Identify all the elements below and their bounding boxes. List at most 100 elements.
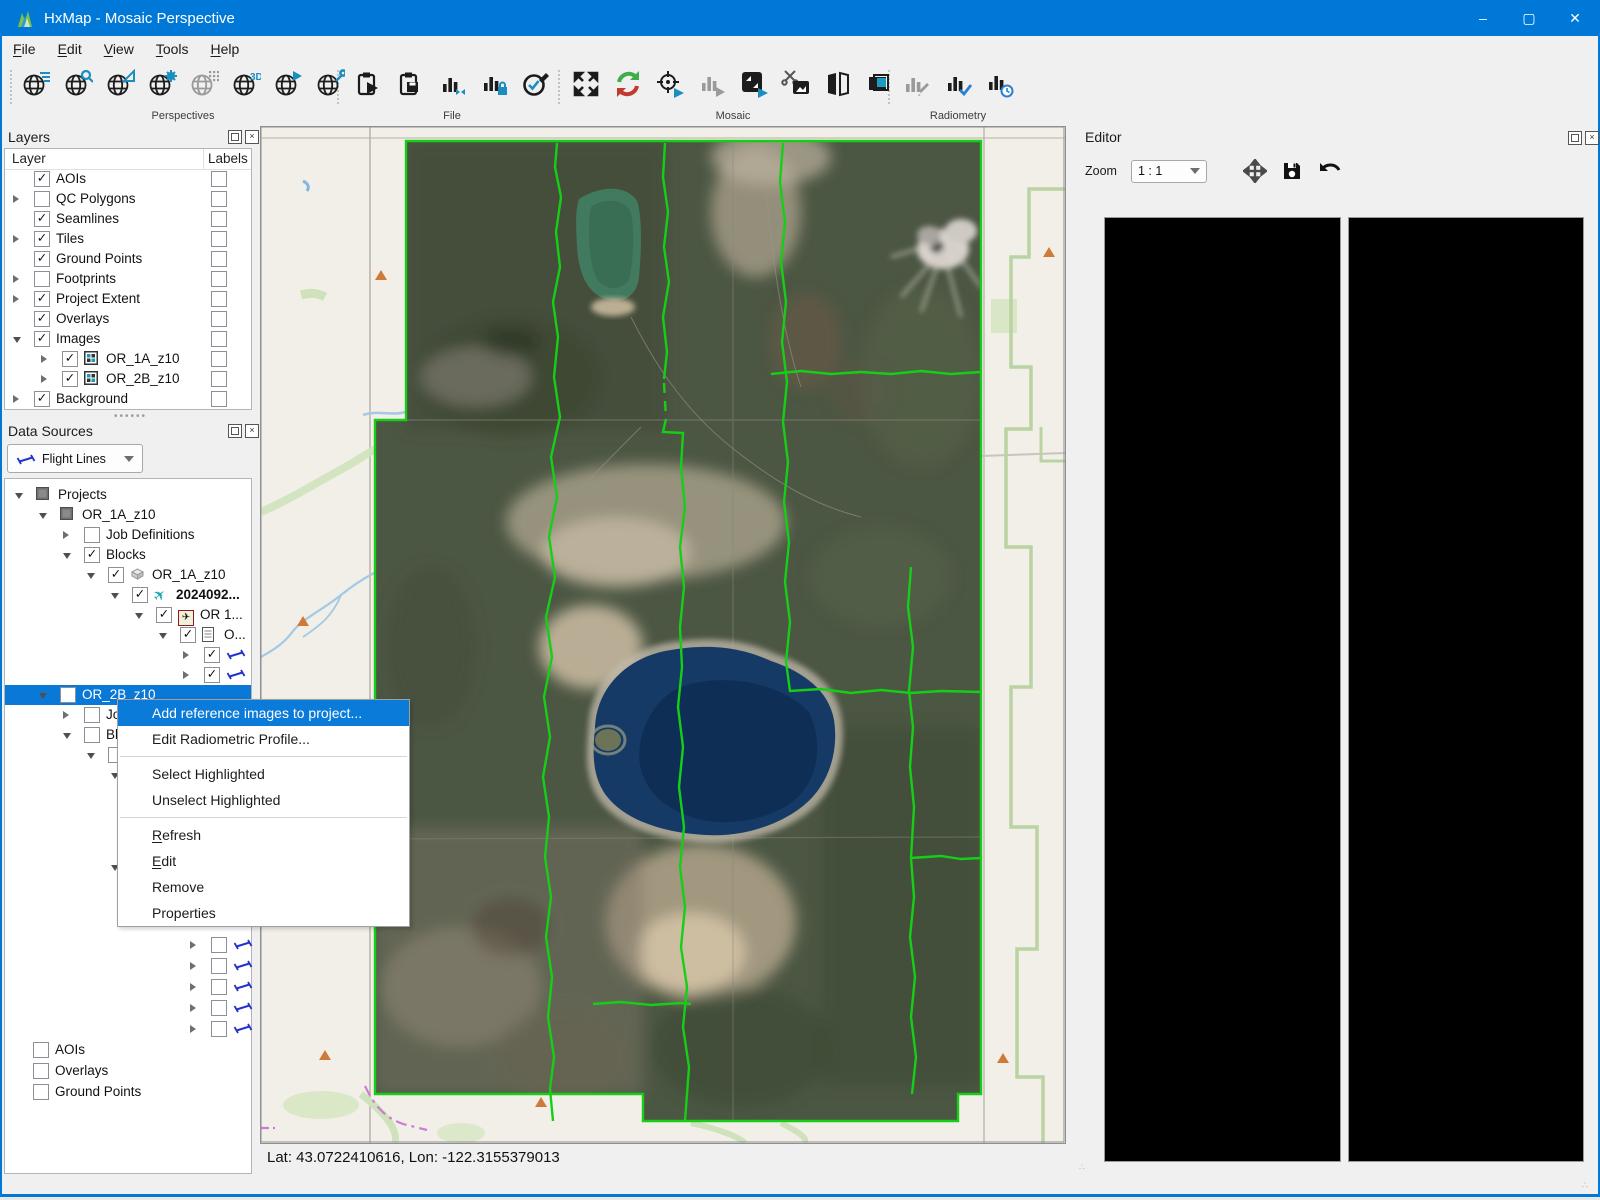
expand-arrow-icon[interactable] — [190, 1004, 196, 1012]
context-menu-item[interactable]: Properties — [118, 900, 409, 926]
layers-float-icon[interactable] — [228, 130, 242, 144]
expand-arrow-icon[interactable] — [13, 395, 19, 403]
editor-float-icon[interactable] — [1568, 131, 1582, 145]
flip-compare-icon[interactable] — [822, 68, 854, 100]
labels-checkbox-unchecked[interactable] — [211, 371, 227, 387]
labels-checkbox-unchecked[interactable] — [211, 271, 227, 287]
expand-arrow-icon[interactable] — [13, 295, 19, 303]
checkbox-checked[interactable]: ✓ — [84, 547, 100, 563]
collapse-arrow-icon[interactable] — [39, 513, 47, 519]
checkbox-checked[interactable]: ✓ — [62, 351, 78, 367]
chart-lock-icon[interactable] — [478, 68, 510, 100]
collapse-arrow-icon[interactable] — [111, 593, 119, 599]
labels-checkbox-unchecked[interactable] — [211, 291, 227, 307]
context-menu-item[interactable]: Add reference images to project... — [118, 700, 409, 726]
checkbox-unchecked[interactable] — [33, 1042, 49, 1058]
toolbar-drag-handle[interactable] — [10, 70, 12, 104]
context-menu-item[interactable]: Refresh — [118, 822, 409, 848]
context-menu-item[interactable]: Unselect Highlighted — [118, 787, 409, 813]
image-layers-icon[interactable] — [864, 68, 896, 100]
checkbox-checked[interactable]: ✓ — [34, 251, 50, 267]
checkbox-unchecked[interactable] — [211, 937, 227, 953]
data-source-row[interactable] — [5, 1019, 251, 1040]
labels-checkbox-unchecked[interactable] — [211, 171, 227, 187]
labels-checkbox-unchecked[interactable] — [211, 251, 227, 267]
checkbox-unchecked[interactable] — [84, 527, 100, 543]
collapse-arrow-icon[interactable] — [87, 753, 95, 759]
expand-arrow-icon[interactable] — [183, 651, 189, 659]
data-source-row[interactable]: AOIs — [5, 1040, 251, 1061]
window-resize-grip[interactable]: ∴ — [1582, 1180, 1589, 1191]
checkbox-unchecked[interactable] — [33, 1063, 49, 1079]
editor-image-right[interactable] — [1348, 217, 1584, 1162]
validate-edit-icon[interactable] — [520, 68, 552, 100]
checkbox-checked[interactable]: ✓ — [34, 291, 50, 307]
checkbox-checked[interactable]: ✓ — [180, 627, 196, 643]
expand-arrow-icon[interactable] — [41, 375, 47, 383]
data-source-row[interactable] — [5, 935, 251, 956]
globe-measure-icon[interactable] — [104, 68, 136, 100]
data-source-row[interactable]: Ground Points — [5, 1082, 251, 1103]
checkbox-checked[interactable]: ✓ — [132, 587, 148, 603]
labels-checkbox-unchecked[interactable] — [211, 391, 227, 407]
menu-tools[interactable]: Tools — [145, 41, 200, 57]
refresh-icon[interactable] — [612, 68, 644, 100]
editor-image-left[interactable] — [1104, 217, 1341, 1162]
data-source-row[interactable] — [5, 977, 251, 998]
globe-3d-icon[interactable]: 3D — [230, 68, 262, 100]
checkbox-checked[interactable]: ✓ — [34, 331, 50, 347]
checkbox-checked[interactable]: ✓ — [34, 211, 50, 227]
globe-wrench-icon[interactable] — [314, 68, 346, 100]
checkbox-unchecked[interactable] — [60, 687, 76, 703]
checkbox-checked[interactable]: ✓ — [62, 371, 78, 387]
labels-checkbox-unchecked[interactable] — [211, 311, 227, 327]
checkbox-checked[interactable]: ✓ — [204, 667, 220, 683]
collapse-arrow-icon[interactable] — [15, 493, 23, 499]
context-menu-item[interactable]: Select Highlighted — [118, 761, 409, 787]
checkbox-checked[interactable]: ✓ — [204, 647, 220, 663]
data-source-row[interactable]: ✓✈OR 1... — [5, 605, 251, 625]
source-type-dropdown[interactable]: Flight Lines — [7, 444, 143, 473]
chart-play-disabled-icon[interactable] — [696, 68, 728, 100]
context-menu-item[interactable]: Edit Radiometric Profile... — [118, 726, 409, 752]
expand-arrow-icon[interactable] — [13, 275, 19, 283]
collapse-arrow-icon[interactable] — [87, 573, 95, 579]
layers-column-layer[interactable]: Layer — [12, 151, 46, 166]
layers-row[interactable]: QC Polygons — [5, 189, 251, 209]
minimize-button[interactable]: – — [1460, 0, 1506, 36]
menu-edit[interactable]: Edit — [47, 41, 93, 57]
menu-help[interactable]: Help — [200, 41, 251, 57]
tiles-play-icon[interactable] — [738, 68, 770, 100]
checkbox-unchecked[interactable] — [84, 727, 100, 743]
data-sources-float-icon[interactable] — [228, 424, 242, 438]
data-source-row[interactable]: ✓OR_1A_z10 — [5, 565, 251, 585]
chart-check-icon[interactable] — [942, 68, 974, 100]
save-icon[interactable] — [1281, 160, 1303, 182]
data-source-row[interactable]: OR_1A_z10 — [5, 505, 251, 525]
menu-file[interactable]: File — [2, 41, 47, 57]
layers-row[interactable]: ✓OR_2B_z10 — [5, 369, 251, 389]
checkbox-unchecked[interactable] — [33, 1084, 49, 1100]
data-source-row[interactable]: ✓O... — [5, 625, 251, 645]
chart-export-icon[interactable] — [436, 68, 468, 100]
expand-arrow-icon[interactable] — [63, 711, 69, 719]
chart-edit-disabled-icon[interactable] — [900, 68, 932, 100]
checkbox-checked[interactable]: ✓ — [34, 231, 50, 247]
checkbox-unchecked[interactable] — [34, 271, 50, 287]
globe-search-icon[interactable] — [62, 68, 94, 100]
context-menu-item[interactable]: Edit — [118, 848, 409, 874]
collapse-arrow-icon[interactable] — [13, 337, 21, 343]
cut-image-icon[interactable] — [780, 68, 812, 100]
map-viewport[interactable] — [260, 126, 1066, 1144]
expand-arrow-icon[interactable] — [63, 531, 69, 539]
expand-arrow-icon[interactable] — [183, 671, 189, 679]
expand-arrow-icon[interactable] — [190, 941, 196, 949]
data-source-row[interactable]: ✓ — [5, 645, 251, 665]
checkbox-checked[interactable]: ✓ — [108, 567, 124, 583]
resize-grip[interactable]: ∴ — [1079, 1162, 1086, 1173]
checkbox-unchecked[interactable] — [211, 1021, 227, 1037]
layers-row[interactable]: ✓Ground Points — [5, 249, 251, 269]
expand-arrow-icon[interactable] — [190, 1025, 196, 1033]
data-source-row[interactable]: Projects — [5, 485, 251, 505]
collapse-arrow-icon[interactable] — [135, 613, 143, 619]
